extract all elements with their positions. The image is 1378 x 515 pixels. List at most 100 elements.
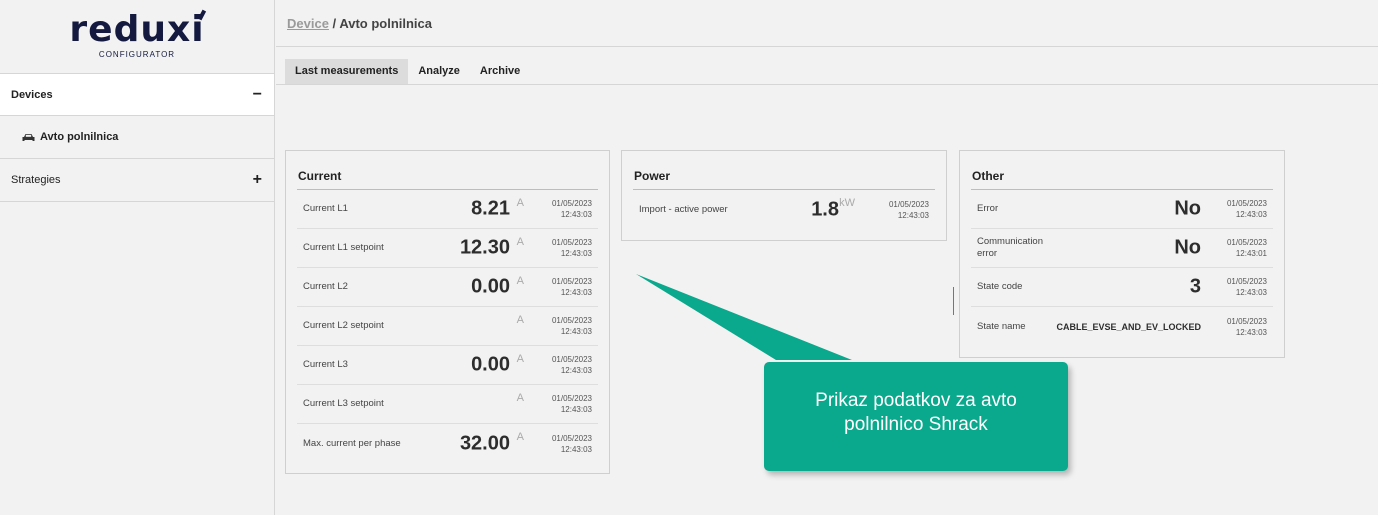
- measurement-row: State code 3 01/05/2023 12:43:03: [971, 268, 1273, 307]
- timestamp-time: 12:43:03: [1235, 210, 1267, 219]
- measurement-value: 3: [1189, 275, 1201, 298]
- measurement-timestamp: 01/05/2023 12:43:03: [552, 354, 592, 376]
- timestamp-time: 12:43:03: [560, 288, 592, 297]
- measurement-timestamp: 01/05/2023 12:43:03: [889, 199, 929, 221]
- breadcrumb-separator: /: [332, 16, 337, 31]
- measurement-unit: A: [516, 314, 524, 326]
- sidebar-item-devices[interactable]: Devices −: [0, 73, 274, 116]
- sidebar-item-strategies[interactable]: Strategies +: [0, 159, 274, 202]
- tab-archive[interactable]: Archive: [470, 59, 530, 84]
- timestamp-date: 01/05/2023: [551, 238, 592, 247]
- timestamp-time: 12:43:01: [1235, 249, 1267, 258]
- measurement-value: 12.30: [459, 236, 510, 259]
- sidebar-item-label: Avto polnilnica: [40, 131, 119, 143]
- timestamp-date: 01/05/2023: [888, 199, 929, 209]
- logo-subtitle: CONFIGURATOR: [98, 50, 176, 59]
- measurement-unit: A: [516, 431, 524, 443]
- callout-box: Prikaz podatkov za avto polnilnico Shrac…: [764, 362, 1068, 471]
- measurement-value: CABLE_EVSE_AND_EV_LOCKED: [1056, 321, 1201, 332]
- measurement-label: Current L1 setpoint: [303, 242, 384, 253]
- measurement-label: State code: [977, 281, 1023, 292]
- measurement-label: Error: [977, 203, 999, 214]
- measurement-value: 0.00: [471, 275, 510, 298]
- tab-analyze[interactable]: Analyze: [408, 59, 470, 84]
- panel-title: Other: [971, 151, 1273, 190]
- measurement-label: Current L2: [303, 281, 348, 292]
- timestamp-time: 12:43:03: [560, 366, 592, 375]
- measurement-label: Current L1: [303, 203, 348, 214]
- sidebar-item-label: Devices: [11, 88, 53, 101]
- timestamp-date: 01/05/2023: [551, 199, 592, 208]
- measurement-label: Communication error: [977, 236, 1043, 259]
- tab-last-measurements[interactable]: Last measurements: [285, 59, 409, 84]
- measurement-row: Import - active power 1.8 kW 01/05/2023 12:4…: [633, 190, 935, 229]
- measurement-row: Communication error No 01/05/2023 12:43:01: [971, 229, 1273, 268]
- timestamp-time: 12:43:03: [1235, 288, 1267, 297]
- breadcrumb-link-device[interactable]: Device: [287, 16, 329, 31]
- logo-area: reduxi CONFIGURATOR: [0, 0, 274, 73]
- timestamp-time: 12:43:03: [560, 405, 592, 414]
- timestamp-date: 01/05/2023: [1226, 277, 1267, 286]
- timestamp-time: 12:43:03: [897, 210, 929, 220]
- timestamp-date: 01/05/2023: [551, 433, 592, 443]
- measurement-row: Current L2 setpoint A 01/05/2023 12:43:03: [297, 307, 598, 346]
- callout-line-1: Prikaz podatkov za avto: [815, 390, 1017, 411]
- measurement-value: No: [1174, 236, 1201, 259]
- measurement-timestamp: 01/05/2023 12:43:03: [552, 315, 592, 337]
- measurement-label: Current L2 setpoint: [303, 320, 384, 331]
- measurement-value: 1.8: [811, 198, 839, 220]
- measurement-row: Current L3 setpoint A 01/05/2023 12:43:03: [297, 385, 598, 424]
- measurement-timestamp: 01/05/2023 12:43:03: [552, 276, 592, 298]
- panel-title: Current: [297, 151, 598, 190]
- panel-current: Current Current L1 8.21 A 01/05/2023 12:43:0…: [285, 150, 610, 474]
- measurement-row: Current L3 0.00 A 01/05/2023 12:43:03: [297, 346, 598, 385]
- measurement-unit: A: [516, 275, 524, 287]
- measurement-unit: A: [516, 392, 524, 404]
- car-icon: [22, 133, 35, 141]
- timestamp-date: 01/05/2023: [551, 394, 592, 403]
- measurement-timestamp: 01/05/2023 12:43:03: [552, 433, 592, 455]
- measurement-value: 32.00: [459, 432, 510, 454]
- measurement-label: Import - active power: [639, 203, 728, 215]
- callout-marker: [953, 287, 954, 315]
- breadcrumb-current: Avto polnilnica: [339, 16, 433, 31]
- expand-icon[interactable]: +: [253, 171, 262, 189]
- measurement-timestamp: 01/05/2023 12:43:01: [1227, 237, 1267, 259]
- measurement-value: 8.21: [471, 197, 510, 220]
- measurement-timestamp: 01/05/2023 12:43:03: [552, 198, 592, 220]
- measurement-label: Current L3: [303, 359, 348, 370]
- collapse-icon[interactable]: −: [253, 86, 262, 104]
- measurement-label: Max. current per phase: [303, 437, 401, 449]
- measurement-unit: kW: [839, 197, 855, 209]
- measurement-timestamp: 01/05/2023 12:43:03: [1227, 316, 1267, 338]
- measurement-timestamp: 01/05/2023 12:43:03: [1227, 276, 1267, 298]
- timestamp-date: 01/05/2023: [1226, 316, 1267, 326]
- timestamp-time: 12:43:03: [560, 444, 592, 454]
- measurement-timestamp: 01/05/2023 12:43:03: [552, 393, 592, 415]
- panel-other: Other Error No 01/05/2023 12:43:03 Communica…: [959, 150, 1285, 358]
- panel-power: Power Import - active power 1.8 kW 01/05/20…: [621, 150, 947, 241]
- measurement-row: Current L2 0.00 A 01/05/2023 12:43:03: [297, 268, 598, 307]
- timestamp-time: 12:43:03: [560, 249, 592, 258]
- timestamp-date: 01/05/2023: [551, 277, 592, 286]
- timestamp-date: 01/05/2023: [551, 355, 592, 364]
- measurement-timestamp: 01/05/2023 12:43:03: [1227, 198, 1267, 220]
- panel-title: Power: [633, 151, 935, 190]
- timestamp-date: 01/05/2023: [1226, 199, 1267, 208]
- measurement-label: State name: [977, 320, 1026, 332]
- header-divider: [276, 46, 1378, 47]
- logo[interactable]: reduxi: [69, 9, 206, 48]
- measurement-value: 0.00: [471, 353, 510, 376]
- sidebar-item-label: Strategies: [11, 174, 61, 186]
- callout-line-2: polnilnico Shrack: [844, 414, 988, 435]
- measurement-row: Current L1 setpoint 12.30 A 01/05/2023 12:43…: [297, 229, 598, 268]
- timestamp-time: 12:43:03: [1235, 327, 1267, 337]
- sidebar: reduxi CONFIGURATOR Devices − Avto polni…: [0, 0, 275, 515]
- measurement-row: State name CABLE_EVSE_AND_EV_LOCKED 01/05/…: [971, 307, 1273, 346]
- sidebar-item-avto-polnilnica[interactable]: Avto polnilnica: [0, 116, 274, 159]
- measurement-label: Current L3 setpoint: [303, 398, 384, 409]
- timestamp-date: 01/05/2023: [1226, 238, 1267, 247]
- measurement-row: Error No 01/05/2023 12:43:03: [971, 190, 1273, 229]
- tab-divider: [276, 84, 1378, 85]
- measurement-unit: A: [516, 197, 524, 209]
